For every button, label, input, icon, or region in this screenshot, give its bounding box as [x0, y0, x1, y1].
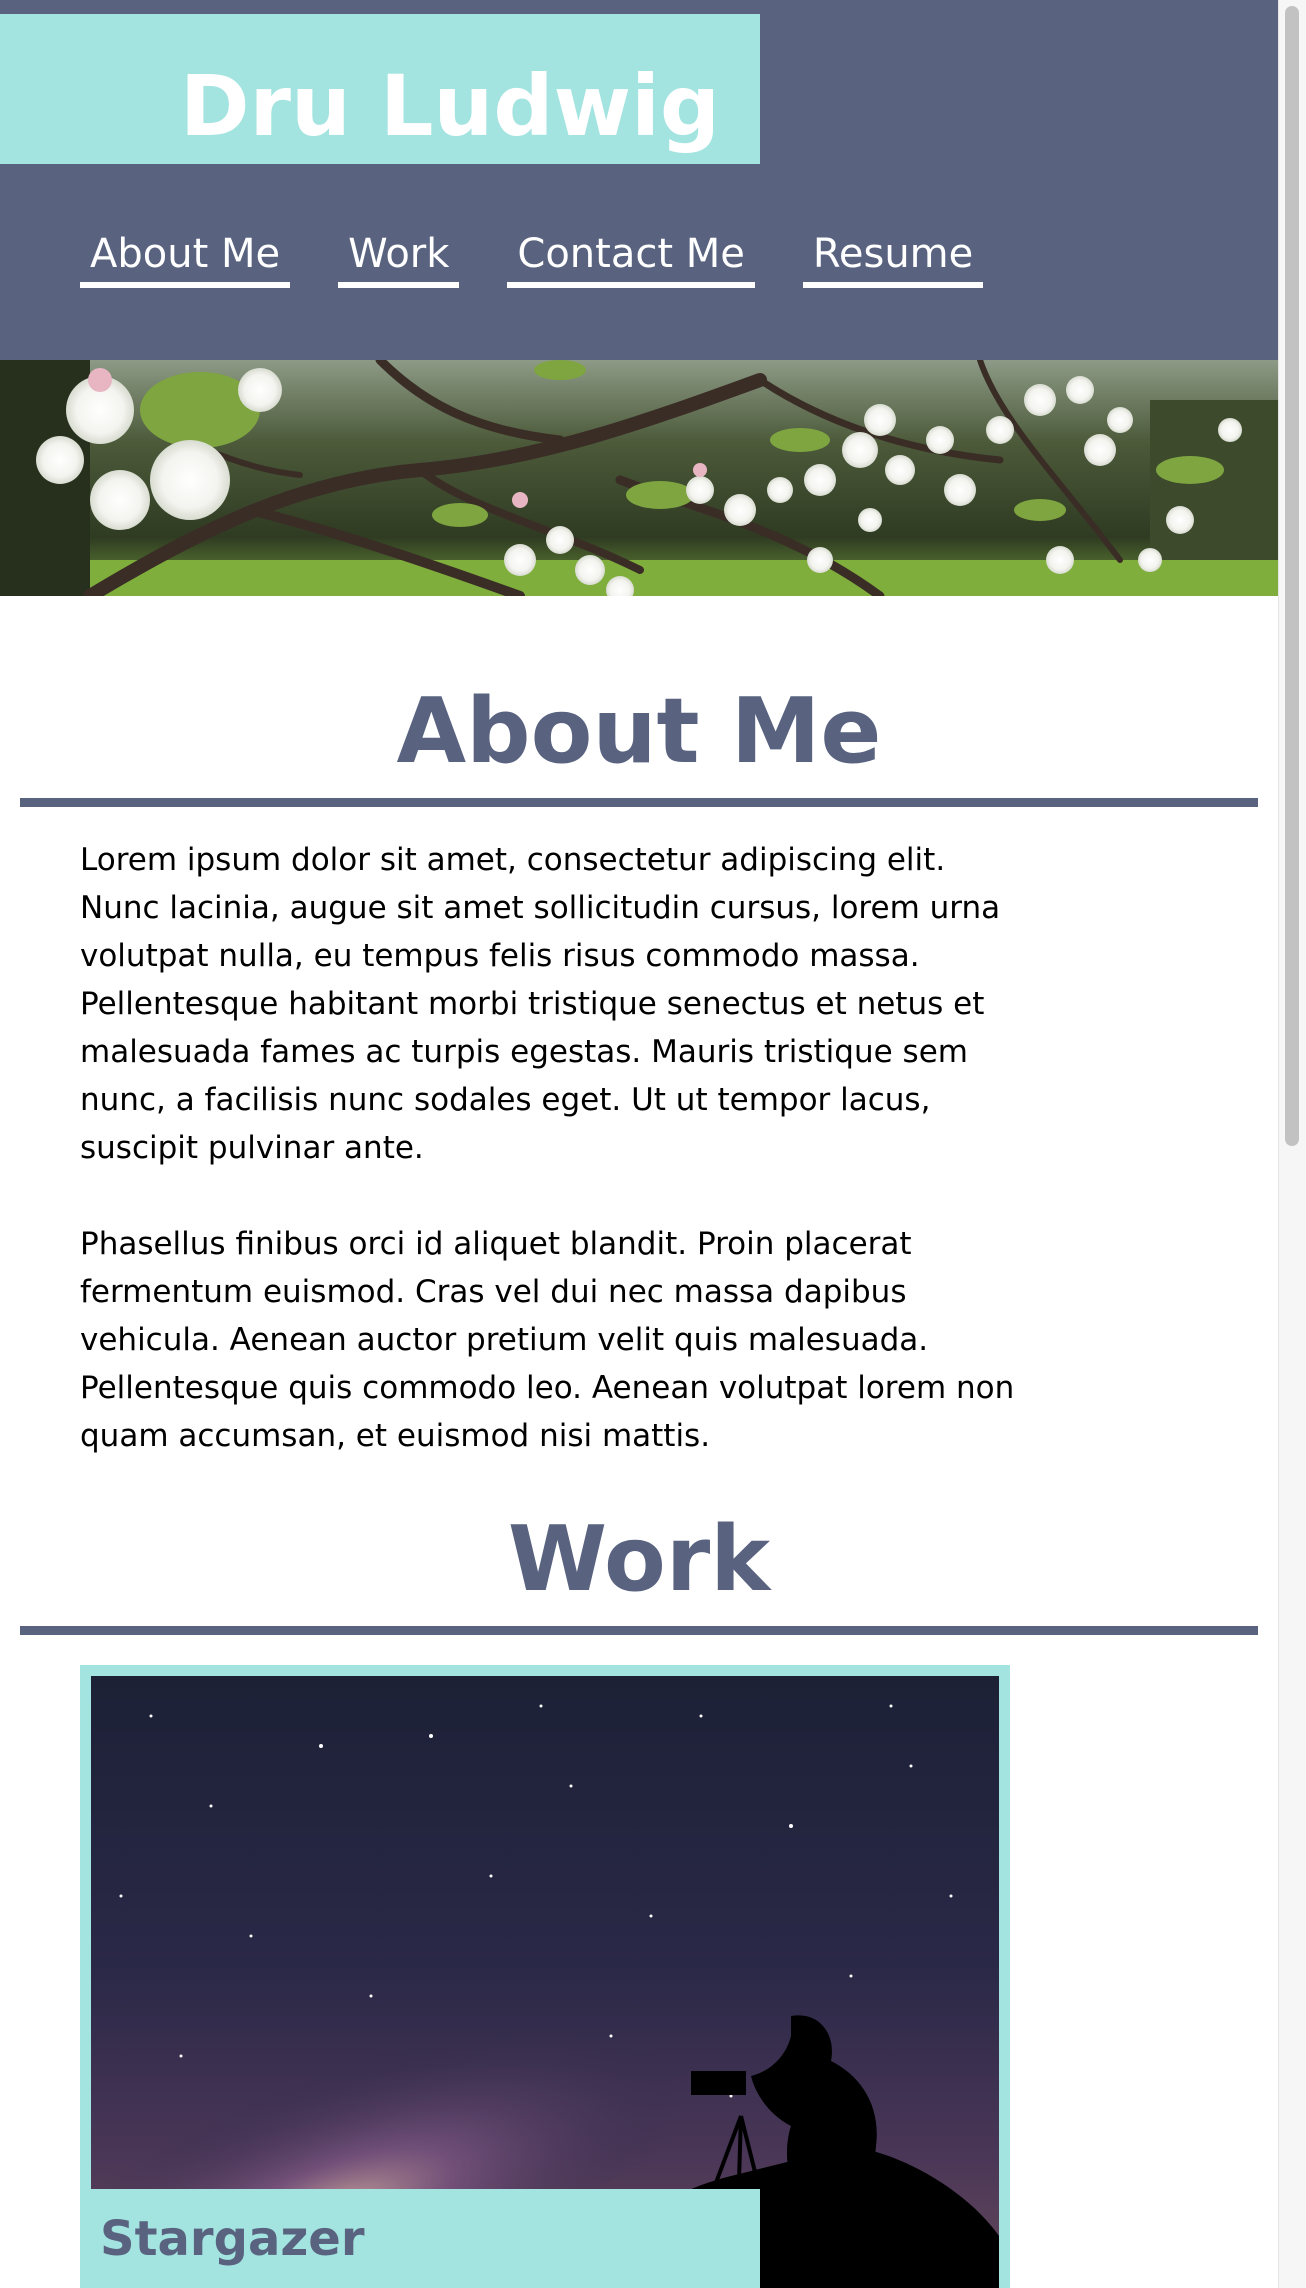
- work-divider: [20, 1626, 1258, 1635]
- hero-blossom-image: [0, 360, 1278, 596]
- work-heading: Work: [507, 1507, 771, 1612]
- site-header: Dru Ludwig About Me Work Contact Me Resu…: [0, 0, 1278, 360]
- nav-link-work[interactable]: Work: [338, 228, 460, 288]
- nav-link-contact-me[interactable]: Contact Me: [507, 228, 755, 288]
- about-me-divider: [20, 798, 1258, 807]
- project-caption: Stargazer: [80, 2189, 760, 2288]
- main-nav: About Me Work Contact Me Resume: [80, 228, 984, 288]
- about-me-text: Lorem ipsum dolor sit amet, consectetur …: [80, 836, 1020, 1508]
- site-logo[interactable]: Dru Ludwig: [180, 56, 720, 156]
- logo-box: Dru Ludwig: [0, 14, 760, 164]
- scrollbar-thumb[interactable]: [1285, 6, 1299, 1146]
- about-paragraph-2: Phasellus finibus orci id aliquet blandi…: [80, 1226, 1015, 1454]
- project-card-stargazer[interactable]: Stargazer: [80, 1665, 1010, 2288]
- page-scrollbar[interactable]: [1278, 0, 1306, 2288]
- project-title-stargazer[interactable]: Stargazer: [100, 2209, 365, 2269]
- nav-link-resume[interactable]: Resume: [802, 228, 984, 288]
- about-me-heading: About Me: [396, 679, 882, 784]
- nav-link-about-me[interactable]: About Me: [80, 228, 291, 288]
- about-paragraph-1: Lorem ipsum dolor sit amet, consectetur …: [80, 842, 1001, 1166]
